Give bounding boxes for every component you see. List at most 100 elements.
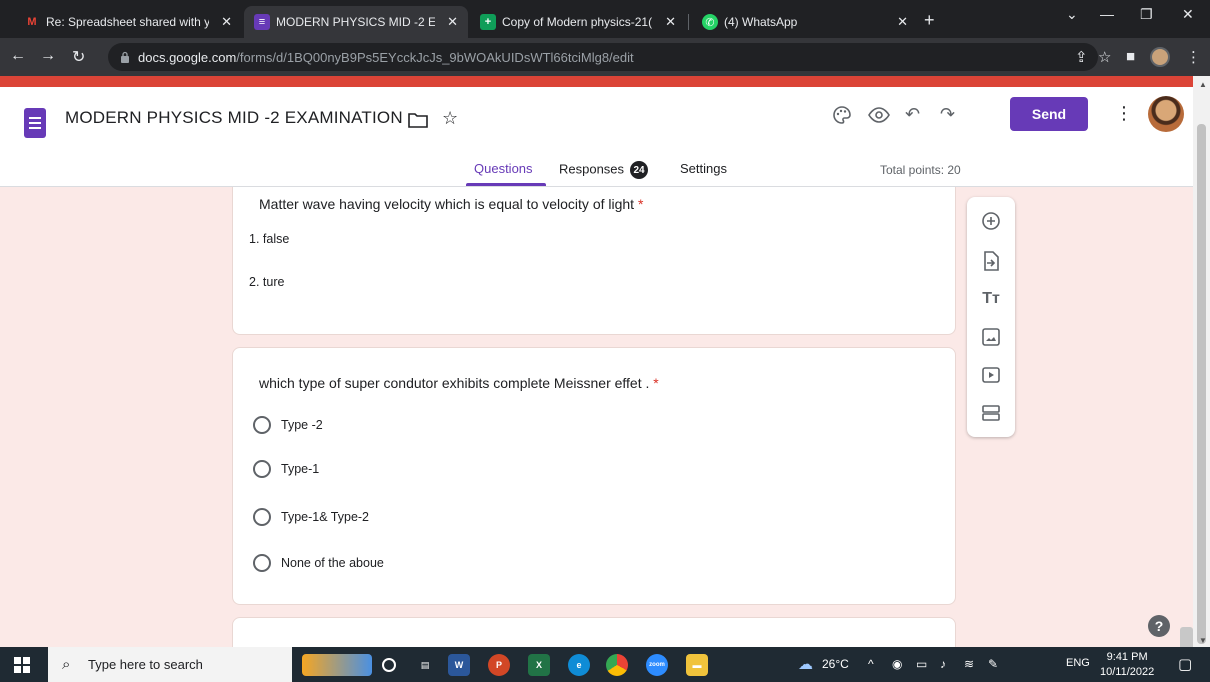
new-tab-icon[interactable]: + — [924, 10, 935, 31]
file-explorer-icon[interactable]: ▬ — [686, 654, 708, 676]
scrollbar-thumb[interactable] — [1197, 124, 1206, 644]
minimize-icon[interactable]: — — [1100, 6, 1114, 22]
forward-icon[interactable]: → — [40, 47, 56, 65]
scroll-up-icon[interactable]: ▲ — [1199, 80, 1207, 89]
share-icon[interactable]: ⇪ — [1075, 48, 1088, 66]
question-title: which type of super condutor exhibits co… — [259, 375, 659, 391]
tab-questions[interactable]: Questions — [474, 161, 533, 176]
radio-option[interactable]: Type -2 — [253, 416, 323, 434]
more-options-icon[interactable]: ⋮ — [1115, 103, 1133, 124]
inner-scrollbar-thumb[interactable] — [1180, 627, 1193, 647]
redo-icon[interactable]: ↷ — [940, 104, 955, 125]
tab-settings[interactable]: Settings — [680, 161, 727, 176]
zoom-icon[interactable]: zoom — [646, 654, 668, 676]
weather-temp[interactable]: 26°C — [822, 657, 849, 671]
search-placeholder: Type here to search — [88, 657, 203, 672]
radio-button[interactable] — [253, 416, 271, 434]
radio-option[interactable]: Type-1& Type-2 — [253, 508, 369, 526]
language-indicator[interactable]: ENG — [1066, 657, 1090, 669]
close-icon[interactable]: ✕ — [221, 14, 232, 30]
account-avatar[interactable] — [1148, 96, 1184, 132]
reload-icon[interactable]: ↻ — [72, 47, 85, 67]
bookmark-star-icon[interactable]: ☆ — [1098, 48, 1111, 66]
radio-button[interactable] — [253, 460, 271, 478]
edge-icon[interactable]: e — [568, 654, 590, 676]
forms-logo-icon[interactable] — [24, 108, 46, 138]
url-input[interactable]: docs.google.com /forms/d/1BQ00nyB9Ps5EYc… — [108, 43, 1098, 71]
taskbar-search-input[interactable]: ⌕ Type here to search — [48, 647, 292, 682]
excel-icon[interactable]: X — [528, 654, 550, 676]
form-title[interactable]: MODERN PHYSICS MID -2 EXAMINATION — [65, 108, 403, 128]
lock-icon — [121, 51, 129, 63]
powerpoint-icon[interactable]: P — [488, 654, 510, 676]
option-label: Type -2 — [281, 418, 323, 432]
address-bar-row: ← → ↻ docs.google.com /forms/d/1BQ00nyB9… — [0, 38, 1210, 76]
header-accent-strip — [0, 76, 1193, 87]
question-text: Matter wave having velocity which is equ… — [259, 196, 635, 212]
form-canvas: Matter wave having velocity which is equ… — [0, 187, 1193, 647]
radio-option[interactable]: Type-1 — [253, 460, 319, 478]
send-button[interactable]: Send — [1010, 97, 1088, 131]
add-section-icon[interactable] — [979, 401, 1003, 425]
total-points: Total points: 20 — [880, 163, 961, 177]
task-view-icon[interactable]: ▤ — [414, 654, 436, 676]
radio-button[interactable] — [253, 508, 271, 526]
pen-icon[interactable]: ✎ — [988, 657, 998, 671]
palette-icon[interactable] — [832, 105, 852, 125]
extension-icon[interactable]: ■ — [1126, 48, 1135, 65]
add-title-icon[interactable]: Tт — [979, 287, 1003, 311]
page-scrollbar[interactable] — [1193, 76, 1210, 647]
undo-icon[interactable]: ↶ — [905, 104, 920, 125]
show-hidden-icons[interactable]: ^ — [868, 657, 874, 671]
folder-icon[interactable] — [408, 112, 428, 128]
profile-avatar[interactable] — [1150, 47, 1170, 67]
import-questions-icon[interactable] — [979, 249, 1003, 273]
star-icon[interactable]: ☆ — [442, 108, 458, 129]
active-tab-indicator — [466, 183, 546, 186]
chrome-icon[interactable] — [606, 654, 628, 676]
browser-tab-strip: M Re: Spreadsheet shared with you ✕ ≡ MO… — [0, 0, 1210, 38]
widgets-icon[interactable] — [302, 654, 372, 676]
question-card-2[interactable]: which type of super condutor exhibits co… — [232, 347, 956, 605]
question-title: Matter wave having velocity which is equ… — [259, 196, 643, 212]
add-question-icon[interactable] — [979, 209, 1003, 233]
browser-tab-gmail[interactable]: M Re: Spreadsheet shared with you ✕ — [14, 6, 242, 38]
help-icon[interactable]: ? — [1148, 615, 1170, 637]
required-asterisk: * — [653, 375, 659, 391]
back-icon[interactable]: ← — [10, 47, 26, 65]
wifi-icon[interactable]: ≋ — [964, 657, 974, 671]
add-video-icon[interactable] — [979, 363, 1003, 387]
add-image-icon[interactable] — [979, 325, 1003, 349]
browser-tab-forms[interactable]: ≡ MODERN PHYSICS MID -2 EXAM ✕ — [244, 6, 468, 38]
cortana-icon[interactable] — [382, 658, 396, 672]
browser-tab-sheets[interactable]: + Copy of Modern physics-21(1) (R ✕ — [470, 6, 686, 38]
close-icon[interactable]: ✕ — [897, 14, 908, 30]
whatsapp-icon: ✆ — [702, 14, 718, 30]
option-label: Type-1& Type-2 — [281, 510, 370, 524]
close-icon[interactable]: ✕ — [447, 14, 458, 30]
tab-responses[interactable]: Responses 24 — [559, 161, 649, 179]
url-path: /forms/d/1BQ00nyB9Ps5EYcckJcJs_9bWOAkUID… — [236, 49, 634, 65]
radio-button[interactable] — [253, 554, 271, 572]
tab-search-icon[interactable]: ⌄ — [1066, 6, 1078, 23]
browser-menu-icon[interactable]: ⋮ — [1186, 48, 1201, 66]
scroll-down-icon[interactable]: ▼ — [1199, 636, 1207, 645]
browser-tab-label: MODERN PHYSICS MID -2 EXAM — [276, 15, 436, 29]
option-label: 2. ture — [249, 275, 285, 289]
taskbar-clock[interactable]: 9:41 PM 10/11/2022 — [1100, 650, 1154, 680]
tab-responses-label: Responses — [559, 161, 625, 177]
radio-option[interactable]: None of the aboue — [253, 554, 384, 572]
preview-eye-icon[interactable] — [868, 107, 890, 123]
question-card-3[interactable] — [232, 617, 956, 647]
windows-start-icon[interactable] — [14, 657, 30, 673]
window-close-icon[interactable]: ✕ — [1182, 6, 1194, 23]
question-card-1[interactable]: Matter wave having velocity which is equ… — [232, 187, 956, 335]
notifications-icon[interactable]: ▢ — [1178, 655, 1192, 673]
word-icon[interactable]: W — [448, 654, 470, 676]
location-icon[interactable]: ◉ — [892, 657, 902, 671]
volume-icon[interactable]: ♪ — [940, 657, 946, 671]
close-icon[interactable]: ✕ — [665, 14, 676, 30]
restore-icon[interactable]: ❐ — [1140, 6, 1153, 23]
battery-icon[interactable]: ▭ — [916, 657, 927, 671]
browser-tab-whatsapp[interactable]: ✆ (4) WhatsApp ✕ — [692, 6, 918, 38]
